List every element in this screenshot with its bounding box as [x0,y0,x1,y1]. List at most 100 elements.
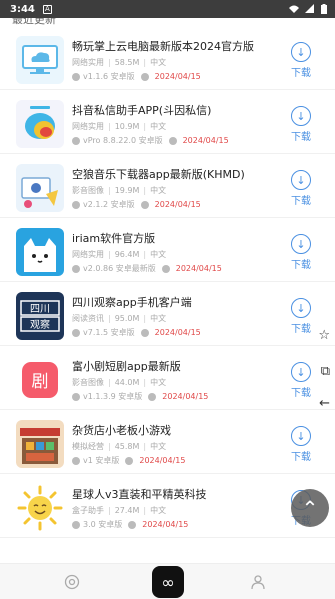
app-title: 空狼音乐下载器app最新版(KHMD) [72,168,245,181]
list-item[interactable]: 剧 富小剧短剧app最新版 影音图像 | 44.0M | 中文 v1.1.3.9 安卓版… [0,346,335,410]
download-button[interactable]: ↓ 下载 [287,298,315,335]
clock-icon [72,200,80,209]
app-date: 2024/04/15 [175,264,222,273]
user-icon [251,575,265,590]
app-meta: 影音图像 | 44.0M | 中文 [72,378,167,387]
star-icon[interactable]: ☆ [318,328,330,343]
clock-icon [72,328,80,337]
clock-icon [72,264,80,273]
app-meta: 模拟经营 | 45.8M | 中文 [72,442,167,451]
list-item[interactable]: iriam软件官方版 网络实用 | 96.4M | 中文 v2.0.86 安卓最新版 2… [0,218,335,282]
app-date: 2024/04/15 [142,520,189,529]
app-title: 抖音私信助手APP(斗因私信) [72,104,212,117]
clock-icon [72,136,80,145]
list-item[interactable]: 星球人v3直装和平精英科技 盒子助手 | 27.4M | 中文 3.0 安卓版 2024… [0,474,335,538]
wifi-icon [289,5,299,13]
download-button[interactable]: ↓ 下载 [287,362,315,399]
app-date: 2024/04/15 [139,456,186,465]
app-meta-secondary: v1.1.6 安卓版 2024/04/15 [72,71,201,82]
app-meta: 网络实用 | 96.4M | 中文 [72,250,167,259]
sim-icon: A [42,4,52,14]
app-meta-secondary: v7.1.5 安卓版 2024/04/15 [72,327,201,338]
list-item[interactable]: 抖音私信助手APP(斗因私信) 网络实用 | 10.9M | 中文 vPro 8.8.2… [0,90,335,154]
app-meta: 影音图像 | 19.9M | 中文 [72,186,167,195]
app-date: 2024/04/15 [162,392,209,401]
app-title: 四川观察app手机客户端 [72,296,192,309]
download-label: 下载 [291,196,311,207]
download-label: 下载 [291,452,311,463]
section-title: 最近更新 [12,18,56,26]
app-meta-secondary: v2.0.86 安卓最新版 2024/04/15 [72,263,222,274]
clock-icon [72,72,80,81]
download-icon: ↓ [291,234,311,254]
svg-text:观察: 观察 [30,318,50,331]
clock-icon [72,392,80,401]
download-label: 下载 [291,260,311,271]
download-button[interactable]: ↓ 下载 [287,170,315,207]
clock-icon [72,520,80,529]
list-item[interactable]: 空狼音乐下载器app最新版(KHMD) 影音图像 | 19.9M | 中文 v2.1.2… [0,154,335,218]
app-meta-secondary: vPro 8.8.22.0 安卓版 2024/04/15 [72,135,229,146]
app-date: 2024/04/15 [154,72,201,81]
download-button[interactable]: ↓ 下载 [287,234,315,271]
section-header: 最近更新 [0,18,335,26]
app-meta-secondary: v1.1.3.9 安卓版 2024/04/15 [72,391,208,402]
clock-icon [140,72,149,81]
app-title: 富小剧短剧app最新版 [72,360,181,373]
bottom-tab-bar: ∞ [0,563,335,599]
download-icon: ↓ [291,106,311,126]
download-button[interactable]: ↓ 下载 [287,106,315,143]
app-list: 畅玩掌上云电脑最新版本2024官方版 网络实用 | 58.5M | 中文 v1.1.6 … [0,26,335,538]
battery-icon [321,4,327,14]
app-title: 畅玩掌上云电脑最新版本2024官方版 [72,40,254,53]
scroll-top-button[interactable]: ⌃ [291,489,329,527]
list-item[interactable]: 四川 观察 四川观察app手机客户端 阅读资讯 | 95.0M | 中文 v7.1.5 … [0,282,335,346]
app-title: iriam软件官方版 [72,232,156,245]
app-meta-secondary: v2.1.2 安卓版 2024/04/15 [72,199,201,210]
cat-icon [16,228,64,276]
list-item[interactable]: 畅玩掌上云电脑最新版本2024官方版 网络实用 | 58.5M | 中文 v1.1.6 … [0,26,335,90]
app-meta: 盒子助手 | 27.4M | 中文 [72,506,167,515]
app-date: 2024/04/15 [182,136,229,145]
back-icon[interactable]: ← [319,396,330,411]
tab-profile[interactable] [248,572,268,592]
app-title: 杂货店小老板小游戏 [72,424,171,437]
download-icon: ↓ [291,426,311,446]
download-button[interactable]: ↓ 下载 [287,42,315,79]
download-label: 下载 [291,324,311,335]
status-time: 3:44 [10,3,35,15]
tab-browser[interactable] [62,572,82,592]
app-title: 星球人v3直装和平精英科技 [72,488,207,501]
download-label: 下载 [291,132,311,143]
download-icon: ↓ [291,362,311,382]
list-item[interactable]: 杂货店小老板小游戏 模拟经营 | 45.8M | 中文 v1 安卓版 2024/04/1… [0,410,335,474]
sun-icon [16,484,64,532]
download-label: 下载 [291,388,311,399]
link-icon[interactable]: ⧉ [321,364,330,379]
app-meta-secondary: v1 安卓版 2024/04/15 [72,455,185,466]
clock-icon [140,328,149,337]
download-button[interactable]: ↓ 下载 [287,426,315,463]
clock-icon [168,136,177,145]
clock-icon [72,456,80,465]
music-icon [16,164,64,212]
clock-icon [148,392,157,401]
infinity-icon: ∞ [161,572,175,592]
app-meta-secondary: 3.0 安卓版 2024/04/15 [72,519,188,530]
app-meta: 网络实用 | 10.9M | 中文 [72,122,167,131]
clock-icon [125,456,134,465]
app-date: 2024/04/15 [154,200,201,209]
tab-home[interactable]: ∞ [152,566,184,598]
app-meta: 阅读资讯 | 95.0M | 中文 [72,314,167,323]
cloud-icon [16,36,64,84]
download-icon: ↓ [291,170,311,190]
clock-icon [128,520,137,529]
svg-text:剧: 剧 [32,372,49,392]
download-icon: ↓ [291,298,311,318]
browser-icon [64,574,80,590]
drama-icon: 剧 [16,356,64,404]
app-meta: 网络实用 | 58.5M | 中文 [72,58,167,67]
shop-icon [16,420,64,468]
status-bar: 3:44 A [0,0,335,18]
chat-icon [16,100,64,148]
